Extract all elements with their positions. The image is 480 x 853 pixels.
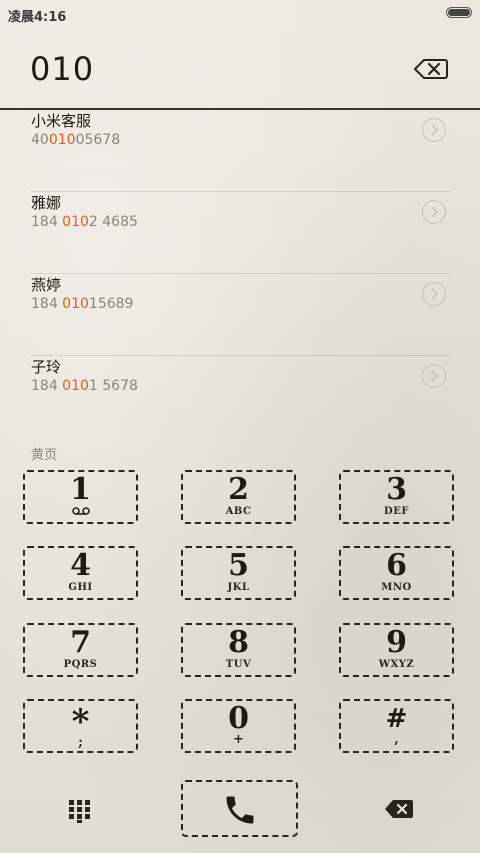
key-digit: * [71,702,90,742]
key-5[interactable]: 5 JKL [181,546,296,600]
dial-input[interactable]: 010 [30,50,94,88]
key-4[interactable]: 4 GHI [23,546,138,600]
dial-header: 010 [0,28,480,108]
key-letters: PQRS [63,659,98,670]
result-row[interactable]: 燕婷 184 01015689 [0,274,480,356]
dialpad-grid-icon[interactable] [66,796,94,824]
key-8[interactable]: 8 TUV [181,623,296,677]
phone-icon [226,796,254,824]
contact-number: 4001005678 [31,132,121,148]
key-letters: JKL [227,582,250,593]
key-9[interactable]: 9 WXYZ [339,623,454,677]
key-digit: 2 [228,472,249,507]
key-digit: 9 [386,625,407,660]
chevron-right-circle-icon[interactable] [422,282,446,306]
chevron-right-circle-icon[interactable] [422,118,446,142]
key-digit: 1 [70,472,91,507]
key-letters: ABC [225,506,252,517]
key-hash[interactable]: # , [339,699,454,753]
key-digit: # [385,704,408,734]
key-3[interactable]: 3 DEF [339,470,454,524]
contact-name: 子玲 [31,358,62,376]
key-letters: MNO [381,582,412,593]
key-star[interactable]: * ; [23,699,138,753]
status-bar: 凌晨4:16 [0,0,480,28]
result-row[interactable]: 雅娜 184 0102 4685 [0,192,480,274]
key-7[interactable]: 7 PQRS [23,623,138,677]
contact-name: 燕婷 [31,276,62,294]
key-digit: 8 [228,625,249,660]
backspace-outline-icon[interactable] [414,58,448,80]
chevron-right-circle-icon[interactable] [422,200,446,224]
key-letters: GHI [68,582,93,593]
result-row[interactable]: 小米客服 4001005678 [0,110,480,192]
contact-number: 184 0101 5678 [31,378,138,394]
battery-icon [446,7,472,18]
chevron-right-circle-icon[interactable] [422,364,446,388]
key-letters: + [233,732,244,747]
key-letters: DEF [384,506,409,517]
key-0[interactable]: 0 + [181,699,296,753]
bottom-bar [0,780,480,840]
call-button[interactable] [181,780,298,837]
search-results: 小米客服 4001005678 雅娜 184 0102 4685 燕婷 184 … [0,110,480,435]
contact-number: 184 01015689 [31,296,134,312]
result-row[interactable]: 子玲 184 0101 5678 [0,356,480,435]
key-letters: TUV [225,659,252,670]
key-letters: WXYZ [378,659,415,670]
key-1[interactable]: 1 [23,470,138,524]
key-6[interactable]: 6 MNO [339,546,454,600]
key-digit: 0 [228,701,249,736]
backspace-filled-icon[interactable] [384,798,414,820]
key-digit: 7 [70,625,91,660]
contact-name: 雅娜 [31,194,62,212]
key-digit: 5 [228,548,249,583]
voicemail-icon [71,507,90,515]
key-letters: ; [78,735,83,750]
contact-number: 184 0102 4685 [31,214,138,230]
key-digit: 3 [386,472,407,507]
status-time: 凌晨4:16 [8,10,67,25]
contact-name: 小米客服 [31,112,92,130]
yellow-pages-label[interactable]: 黄页 [31,444,57,463]
key-letters: , [394,732,399,747]
dialpad: 1 2 ABC 3 DEF 4 GHI 5 JKL 6 MNO 7 PQRS 8… [0,470,480,770]
key-digit: 4 [70,548,91,583]
key-2[interactable]: 2 ABC [181,470,296,524]
key-digit: 6 [386,548,407,583]
